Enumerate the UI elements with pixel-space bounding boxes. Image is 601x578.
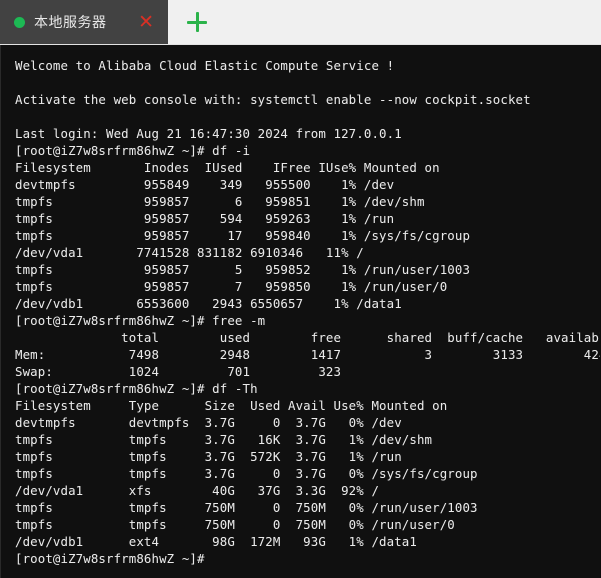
terminal-line: tmpfs tmpfs 3.7G 572K 3.7G 1% /run: [15, 449, 402, 464]
terminal-line: Filesystem Type Size Used Avail Use% Mou…: [15, 398, 448, 413]
terminal-line: /dev/vdb1 6553600 2943 6550657 1% /data1: [15, 296, 402, 311]
terminal-line: [root@iZ7w8srfrm86hwZ ~]# df -i: [15, 143, 251, 158]
terminal-line: total used free shared buff/cache availa…: [15, 330, 601, 345]
terminal-line: [root@iZ7w8srfrm86hwZ ~]# free -m: [15, 313, 266, 328]
terminal-line: Mem: 7498 2948 1417 3 3133 4249: [15, 347, 601, 362]
terminal-line: Swap: 1024 701 323: [15, 364, 342, 379]
terminal-screen: Welcome to Alibaba Cloud Elastic Compute…: [15, 57, 600, 567]
plus-icon[interactable]: [186, 11, 208, 33]
terminal-line: tmpfs 959857 7 959850 1% /run/user/0: [15, 279, 448, 294]
terminal-line: tmpfs tmpfs 3.7G 16K 3.7G 1% /dev/shm: [15, 432, 433, 447]
terminal-line: tmpfs 959857 17 959840 1% /sys/fs/cgroup: [15, 228, 471, 243]
terminal-line: tmpfs tmpfs 750M 0 750M 0% /run/user/0: [15, 517, 455, 532]
terminal-line: Last login: Wed Aug 21 16:47:30 2024 fro…: [15, 126, 402, 141]
terminal-line: tmpfs tmpfs 3.7G 0 3.7G 0% /sys/fs/cgrou…: [15, 466, 478, 481]
terminal-line: devtmpfs devtmpfs 3.7G 0 3.7G 0% /dev: [15, 415, 402, 430]
terminal-line: [root@iZ7w8srfrm86hwZ ~]#: [15, 551, 205, 566]
terminal-line: [root@iZ7w8srfrm86hwZ ~]# df -Th: [15, 381, 258, 396]
terminal-line: Activate the web console with: systemctl…: [15, 92, 531, 107]
tab-title: 本地服务器: [34, 15, 107, 31]
terminal-line: /dev/vda1 xfs 40G 37G 3.3G 92% /: [15, 483, 380, 498]
terminal-line: tmpfs 959857 6 959851 1% /dev/shm: [15, 194, 425, 209]
new-tab-area: [168, 0, 601, 44]
terminal-line: /dev/vdb1 ext4 98G 172M 93G 1% /data1: [15, 534, 417, 549]
tab-bar: 本地服务器 ✕: [0, 0, 601, 45]
terminal-line: Welcome to Alibaba Cloud Elastic Compute…: [15, 58, 395, 73]
terminal-line: tmpfs 959857 594 959263 1% /run: [15, 211, 395, 226]
terminal-tab-local-server[interactable]: 本地服务器 ✕: [0, 0, 168, 44]
terminal-line: Filesystem Inodes IUsed IFree IUse% Moun…: [15, 160, 440, 175]
terminal-line: tmpfs 959857 5 959852 1% /run/user/1003: [15, 262, 471, 277]
connected-dot-icon: [14, 16, 25, 28]
terminal-app-window: 本地服务器 ✕ Welcome to Alibaba Cloud Elastic…: [0, 0, 601, 578]
terminal-line: tmpfs tmpfs 750M 0 750M 0% /run/user/100…: [15, 500, 478, 515]
close-icon[interactable]: ✕: [134, 12, 158, 32]
terminal-line: /dev/vda1 7741528 831182 6910346 11% /: [15, 245, 364, 260]
terminal-pane[interactable]: Welcome to Alibaba Cloud Elastic Compute…: [0, 45, 601, 578]
terminal-line: devtmpfs 955849 349 955500 1% /dev: [15, 177, 395, 192]
